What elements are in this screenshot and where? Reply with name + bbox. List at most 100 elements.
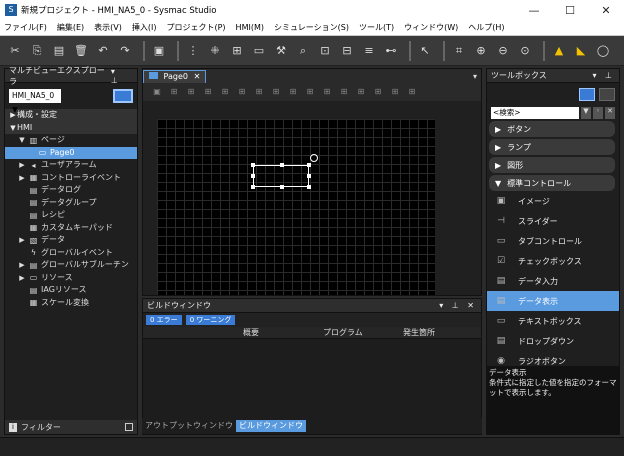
tree-item[interactable]: ▦ カスタムキーパッド bbox=[5, 222, 137, 235]
maximize-button[interactable]: ☐ bbox=[552, 4, 588, 17]
tab-page0[interactable]: Page0 ✕ bbox=[143, 70, 207, 83]
zoom-out-icon[interactable]: ⊖ bbox=[494, 42, 512, 60]
resize-handle[interactable] bbox=[251, 163, 255, 167]
toolbox-category[interactable]: ▶ 図形 bbox=[489, 157, 615, 173]
toolbox-category[interactable]: ▼ 標準コントロール bbox=[489, 175, 615, 191]
resize-handle[interactable] bbox=[307, 174, 311, 178]
rotate-handle-icon[interactable] bbox=[310, 154, 318, 162]
close-button[interactable]: ✕ bbox=[588, 4, 624, 17]
list-view-icon[interactable] bbox=[579, 87, 595, 101]
delete-icon[interactable]: 🗑 bbox=[72, 42, 90, 60]
tab-output-window[interactable]: アウトプットウィンドウ bbox=[142, 420, 236, 432]
expand-toggle-icon[interactable]: ▶ bbox=[18, 234, 26, 247]
menu-item-4[interactable]: プロジェクト(P) bbox=[166, 22, 225, 33]
canvas-tool-icon[interactable]: ⊞ bbox=[389, 87, 401, 97]
expand-toggle-icon[interactable]: ▶ bbox=[18, 259, 26, 272]
tree-item[interactable]: ▭ Page0 bbox=[5, 146, 137, 159]
fit-icon[interactable]: ⌗ bbox=[450, 42, 468, 60]
resize-handle[interactable] bbox=[251, 185, 255, 189]
col-location[interactable]: 発生箇所 bbox=[403, 327, 463, 338]
menu-item-7[interactable]: ツール(T) bbox=[359, 22, 394, 33]
tree-item[interactable]: ▼ HMI bbox=[5, 121, 137, 134]
tree-item[interactable]: ▶ ▧ データ bbox=[5, 234, 137, 247]
align-icon[interactable]: ⁜ bbox=[206, 42, 224, 60]
filter-bar[interactable]: i フィルター bbox=[5, 420, 137, 434]
monitor-icon[interactable] bbox=[113, 89, 133, 103]
tree-item[interactable]: ▤ データログ bbox=[5, 184, 137, 197]
errors-filter-button[interactable]: 0 エラー bbox=[146, 315, 182, 325]
build-pin-icon[interactable]: ▾ ⊥ ✕ bbox=[439, 301, 477, 310]
menu-item-6[interactable]: シミュレーション(S) bbox=[274, 22, 349, 33]
menu-item-1[interactable]: 編集(E) bbox=[57, 22, 84, 33]
canvas-tool-icon[interactable]: ⊞ bbox=[321, 87, 333, 97]
toolbox-pin-icon[interactable]: ▾ ⊥ bbox=[592, 71, 615, 80]
canvas-tool-icon[interactable]: ⊞ bbox=[304, 87, 316, 97]
device-dropdown[interactable]: HMI_NA5_0 ▼ bbox=[9, 89, 61, 114]
col-summary[interactable]: 概要 bbox=[243, 327, 323, 338]
canvas-tool-icon[interactable]: ⊞ bbox=[202, 87, 214, 97]
tree-item[interactable]: ▶ ▭ リソース bbox=[5, 272, 137, 285]
toolbox-item[interactable]: ▤ ドロップダウン bbox=[487, 331, 619, 351]
search-dropdown-icon[interactable]: ▼ bbox=[581, 107, 591, 119]
cut-icon[interactable]: ✂ bbox=[6, 42, 24, 60]
menu-item-9[interactable]: ヘルプ(H) bbox=[468, 22, 504, 33]
toolbox-search-input[interactable]: <検索> bbox=[491, 107, 579, 119]
canvas-tool-icon[interactable]: ⊞ bbox=[168, 87, 180, 97]
toolbox-item[interactable]: ▤ データ表示 bbox=[487, 291, 619, 311]
expand-toggle-icon[interactable]: ▶ bbox=[9, 109, 17, 122]
list-icon[interactable]: ≡ bbox=[360, 42, 378, 60]
selected-object[interactable] bbox=[251, 154, 318, 189]
tree-item[interactable]: ▤ データグループ bbox=[5, 197, 137, 210]
toolbox-item[interactable]: ▭ タブコントロール bbox=[487, 231, 619, 251]
toolbox-item[interactable]: ▭ テキストボックス bbox=[487, 311, 619, 331]
reset-icon[interactable]: ◯ bbox=[594, 42, 612, 60]
canvas-tool-icon[interactable]: ⊞ bbox=[253, 87, 265, 97]
toolbox-item[interactable]: ▣ イメージ bbox=[487, 191, 619, 211]
grid-icon[interactable]: ⋮ bbox=[184, 42, 202, 60]
resize-handle[interactable] bbox=[307, 185, 311, 189]
program-icon[interactable]: ⊡ bbox=[316, 42, 334, 60]
filter-toggle-icon[interactable] bbox=[125, 423, 133, 431]
canvas-tool-icon[interactable]: ⊞ bbox=[270, 87, 282, 97]
zoom-in-icon[interactable]: ⊕ bbox=[472, 42, 490, 60]
resize-handle[interactable] bbox=[307, 163, 311, 167]
expand-toggle-icon[interactable]: ▶ bbox=[18, 272, 26, 285]
toolbox-item[interactable]: ▤ データ入力 bbox=[487, 271, 619, 291]
grid-view-icon[interactable] bbox=[599, 87, 615, 101]
design-canvas[interactable] bbox=[157, 119, 435, 295]
window-icon[interactable]: ⊟ bbox=[338, 42, 356, 60]
tree-item[interactable]: ▶ ▦ コントローライベント bbox=[5, 172, 137, 185]
canvas-tool-icon[interactable]: ⊞ bbox=[236, 87, 248, 97]
canvas-tool-icon[interactable]: ⊞ bbox=[406, 87, 418, 97]
search-icon[interactable]: ◦ bbox=[593, 107, 603, 119]
toolbox-item[interactable]: ⊣ スライダー bbox=[487, 211, 619, 231]
view-icon[interactable]: ▭ bbox=[250, 42, 268, 60]
copy-icon[interactable]: ⎘ bbox=[28, 42, 46, 60]
cursor-icon[interactable]: ↖ bbox=[416, 42, 434, 60]
tools-icon[interactable]: ⚒ bbox=[272, 42, 290, 60]
toolbox-category[interactable]: ▶ ランプ bbox=[489, 139, 615, 155]
tree-item[interactable]: ▦ スケール変換 bbox=[5, 297, 137, 310]
find-icon[interactable]: ⌕ bbox=[294, 42, 312, 60]
canvas-tool-icon[interactable]: ⊞ bbox=[287, 87, 299, 97]
toolbox-category[interactable]: ▶ ボタン bbox=[489, 121, 615, 137]
expand-toggle-icon[interactable]: ▼ bbox=[18, 134, 26, 147]
tree-item[interactable]: ▶ ◂ ユーザアラーム bbox=[5, 159, 137, 172]
menu-item-5[interactable]: HMI(M) bbox=[236, 23, 264, 32]
menu-item-0[interactable]: ファイル(F) bbox=[4, 22, 47, 33]
online-icon[interactable]: ⊷ bbox=[382, 42, 400, 60]
canvas-tool-icon[interactable]: ▣ bbox=[151, 87, 163, 97]
tree-item[interactable]: ▤ レシピ bbox=[5, 209, 137, 222]
zoom-region-icon[interactable]: ⊙ bbox=[516, 42, 534, 60]
canvas-tool-icon[interactable]: ⊞ bbox=[355, 87, 367, 97]
stop-icon[interactable]: ◣ bbox=[572, 42, 590, 60]
menu-item-2[interactable]: 表示(V) bbox=[94, 22, 122, 33]
canvas-tool-icon[interactable]: ⊞ bbox=[219, 87, 231, 97]
warnings-filter-button[interactable]: 0 ワーニング bbox=[185, 315, 236, 325]
redo-icon[interactable]: ↷ bbox=[116, 42, 134, 60]
tab-build-window[interactable]: ビルドウィンドウ bbox=[236, 420, 306, 432]
tree-item[interactable]: ▼ ▥ ページ bbox=[5, 134, 137, 147]
menu-item-8[interactable]: ウィンドウ(W) bbox=[404, 22, 458, 33]
expand-toggle-icon[interactable]: ▶ bbox=[18, 159, 26, 172]
canvas-tool-icon[interactable]: ⊞ bbox=[338, 87, 350, 97]
